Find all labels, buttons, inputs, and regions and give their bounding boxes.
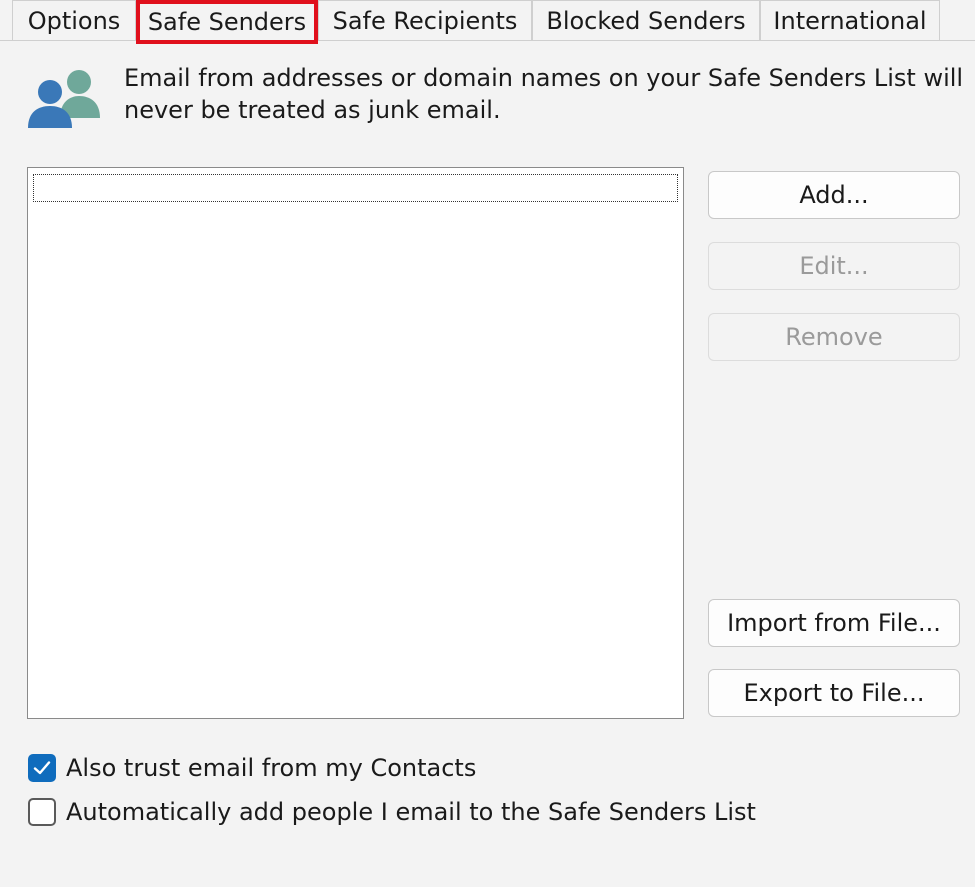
- people-icon: [26, 66, 106, 130]
- list-focus-rectangle: [33, 174, 678, 202]
- tab-options[interactable]: Options: [12, 0, 136, 40]
- trust-contacts-label: Also trust email from my Contacts: [66, 754, 477, 782]
- info-text: Email from addresses or domain names on …: [124, 64, 964, 124]
- safe-senders-list[interactable]: [27, 167, 684, 719]
- tab-strip: Options Safe Senders Safe Recipients Blo…: [0, 0, 975, 44]
- checkmark-icon: [33, 761, 51, 775]
- edit-button[interactable]: Edit...: [708, 242, 960, 290]
- export-to-file-button[interactable]: Export to File...: [708, 669, 960, 717]
- tab-blocked-senders[interactable]: Blocked Senders: [532, 0, 760, 40]
- tab-international[interactable]: International: [760, 0, 940, 40]
- remove-button[interactable]: Remove: [708, 313, 960, 361]
- import-from-file-button[interactable]: Import from File...: [708, 599, 960, 647]
- add-button[interactable]: Add...: [708, 171, 960, 219]
- tab-safe-recipients[interactable]: Safe Recipients: [318, 0, 532, 40]
- trust-contacts-checkbox[interactable]: [28, 754, 56, 782]
- tab-safe-senders[interactable]: Safe Senders: [136, 0, 318, 44]
- auto-add-label: Automatically add people I email to the …: [66, 798, 756, 826]
- auto-add-checkbox[interactable]: [28, 798, 56, 826]
